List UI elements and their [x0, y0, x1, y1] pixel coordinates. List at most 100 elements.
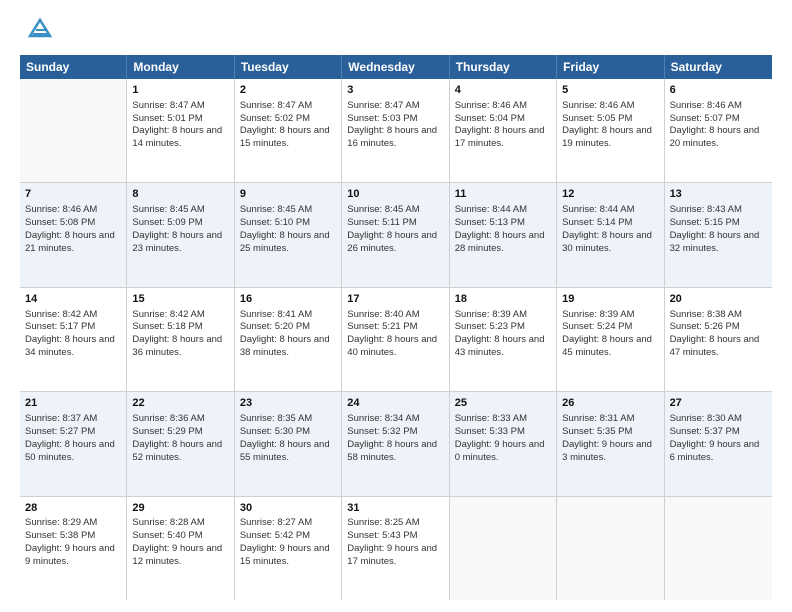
day-number: 12 [562, 187, 658, 202]
day-number: 17 [347, 292, 443, 307]
daylight-text: Daylight: 8 hours and 26 minutes. [347, 230, 437, 254]
calendar-header: SundayMondayTuesdayWednesdayThursdayFrid… [20, 55, 772, 79]
sunset-text: Sunset: 5:32 PM [347, 426, 417, 437]
sunset-text: Sunset: 5:04 PM [455, 113, 525, 124]
daylight-text: Daylight: 8 hours and 20 minutes. [670, 125, 760, 149]
sunrise-text: Sunrise: 8:42 AM [25, 309, 97, 320]
cal-cell: 10Sunrise: 8:45 AMSunset: 5:11 PMDayligh… [342, 183, 449, 286]
day-number: 14 [25, 292, 121, 307]
day-header-saturday: Saturday [665, 55, 772, 79]
cal-cell: 12 Sunrise: 8:44 AM Sunset: 5:14 PM Dayligh… [557, 183, 664, 286]
header [20, 16, 772, 45]
sunrise-text: Sunrise: 8:34 AM [347, 413, 419, 424]
sunrise-text: Sunrise: 8:35 AM [240, 413, 312, 424]
day-number: 11 [455, 187, 551, 202]
day-number: 3 [347, 83, 443, 98]
daylight-text: Daylight: 8 hours and 55 minutes. [240, 439, 330, 463]
sunset-text: Sunset: 5:26 PM [670, 321, 740, 332]
day-number: 18 [455, 292, 551, 307]
day-number: 15 [132, 292, 228, 307]
daylight-text: Daylight: 8 hours and 40 minutes. [347, 334, 437, 358]
daylight-text: Daylight: 8 hours and 14 minutes. [132, 125, 222, 149]
cal-cell: 27Sunrise: 8:30 AMSunset: 5:37 PMDayligh… [665, 392, 772, 495]
day-number: 31 [347, 501, 443, 516]
daylight-text: Daylight: 9 hours and 17 minutes. [347, 543, 437, 567]
cal-cell: 14Sunrise: 8:42 AMSunset: 5:17 PMDayligh… [20, 288, 127, 391]
day-number: 28 [25, 501, 121, 516]
sunset-text: Sunset: 5:38 PM [25, 530, 95, 541]
sunset-text: Sunset: 5:30 PM [240, 426, 310, 437]
sunset-text: Sunset: 5:40 PM [132, 530, 202, 541]
logo [20, 16, 54, 45]
sunrise-text: Sunrise: 8:43 AM [670, 204, 742, 215]
cal-cell: 6Sunrise: 8:46 AMSunset: 5:07 PMDaylight… [665, 79, 772, 182]
cal-cell: 29Sunrise: 8:28 AMSunset: 5:40 PMDayligh… [127, 497, 234, 600]
sunset-text: Sunset: 5:27 PM [25, 426, 95, 437]
day-number: 22 [132, 396, 228, 411]
daylight-text: Daylight: 8 hours and 16 minutes. [347, 125, 437, 149]
cal-cell: 13Sunrise: 8:43 AMSunset: 5:15 PMDayligh… [665, 183, 772, 286]
cal-cell: 11Sunrise: 8:44 AMSunset: 5:13 PMDayligh… [450, 183, 557, 286]
daylight-text: Daylight: 8 hours and 58 minutes. [347, 439, 437, 463]
sunrise-text: Sunrise: 8:47 AM [132, 100, 204, 111]
cal-cell: 22Sunrise: 8:36 AMSunset: 5:29 PMDayligh… [127, 392, 234, 495]
daylight-text: Daylight: 9 hours and 0 minutes. [455, 439, 545, 463]
sunrise-text: Sunrise: 8:30 AM [670, 413, 742, 424]
day-number: 5 [562, 83, 658, 98]
sunset-text: Sunset: 5:07 PM [670, 113, 740, 124]
cal-cell: 5Sunrise: 8:46 AMSunset: 5:05 PMDaylight… [557, 79, 664, 182]
daylight-text: Daylight: 8 hours and 23 minutes. [132, 230, 222, 254]
cal-cell [557, 497, 664, 600]
day-number: 29 [132, 501, 228, 516]
cal-cell: 7Sunrise: 8:46 AMSunset: 5:08 PMDaylight… [20, 183, 127, 286]
daylight-text: Daylight: 8 hours and 30 minutes. [562, 230, 652, 254]
daylight-text: Daylight: 8 hours and 50 minutes. [25, 439, 115, 463]
cal-cell: 28Sunrise: 8:29 AMSunset: 5:38 PMDayligh… [20, 497, 127, 600]
sunrise-text: Sunrise: 8:45 AM [347, 204, 419, 215]
sunrise-text: Sunrise: 8:33 AM [455, 413, 527, 424]
sunset-text: Sunset: 5:15 PM [670, 217, 740, 228]
sunset-text: Sunset: 5:35 PM [562, 426, 632, 437]
sunset-text: Sunset: 5:03 PM [347, 113, 417, 124]
cal-cell: 30Sunrise: 8:27 AMSunset: 5:42 PMDayligh… [235, 497, 342, 600]
sunset-text: Sunset: 5:23 PM [455, 321, 525, 332]
cal-cell: 17Sunrise: 8:40 AMSunset: 5:21 PMDayligh… [342, 288, 449, 391]
day-header-wednesday: Wednesday [342, 55, 449, 79]
sunrise-text: Sunrise: 8:28 AM [132, 517, 204, 528]
sunset-text: Sunset: 5:17 PM [25, 321, 95, 332]
sunrise-text: Sunrise: 8:27 AM [240, 517, 312, 528]
cal-cell: 21Sunrise: 8:37 AMSunset: 5:27 PMDayligh… [20, 392, 127, 495]
day-header-thursday: Thursday [450, 55, 557, 79]
sunrise-text: Sunrise: 8:47 AM [240, 100, 312, 111]
day-header-sunday: Sunday [20, 55, 127, 79]
sunrise-text: Sunrise: 8:46 AM [562, 100, 634, 111]
cal-cell: 2Sunrise: 8:47 AMSunset: 5:02 PMDaylight… [235, 79, 342, 182]
sunrise-text: Sunrise: 8:25 AM [347, 517, 419, 528]
sunrise-text: Sunrise: 8:46 AM [670, 100, 742, 111]
day-number: 1 [132, 83, 228, 98]
sunrise-text: Sunrise: 8:44 AM [562, 204, 634, 215]
daylight-text: Daylight: 9 hours and 6 minutes. [670, 439, 760, 463]
day-number: 2 [240, 83, 336, 98]
day-number: 16 [240, 292, 336, 307]
sunset-text: Sunset: 5:21 PM [347, 321, 417, 332]
sunset-text: Sunset: 5:13 PM [455, 217, 525, 228]
page: SundayMondayTuesdayWednesdayThursdayFrid… [0, 0, 792, 612]
daylight-text: Daylight: 8 hours and 47 minutes. [670, 334, 760, 358]
daylight-text: Daylight: 8 hours and 19 minutes. [562, 125, 652, 149]
sunset-text: Sunset: 5:02 PM [240, 113, 310, 124]
sunrise-text: Sunrise: 8:42 AM [132, 309, 204, 320]
daylight-text: Daylight: 8 hours and 43 minutes. [455, 334, 545, 358]
day-header-monday: Monday [127, 55, 234, 79]
cal-cell [20, 79, 127, 182]
cal-cell: 25Sunrise: 8:33 AMSunset: 5:33 PMDayligh… [450, 392, 557, 495]
daylight-text: Daylight: 9 hours and 3 minutes. [562, 439, 652, 463]
day-number: 9 [240, 187, 336, 202]
week-row-1: 1Sunrise: 8:47 AMSunset: 5:01 PMDaylight… [20, 79, 772, 183]
sunset-text: Sunset: 5:14 PM [562, 217, 632, 228]
cal-cell: 4Sunrise: 8:46 AMSunset: 5:04 PMDaylight… [450, 79, 557, 182]
cal-cell: 15Sunrise: 8:42 AMSunset: 5:18 PMDayligh… [127, 288, 234, 391]
sunset-text: Sunset: 5:29 PM [132, 426, 202, 437]
sunset-text: Sunset: 5:24 PM [562, 321, 632, 332]
sunset-text: Sunset: 5:10 PM [240, 217, 310, 228]
